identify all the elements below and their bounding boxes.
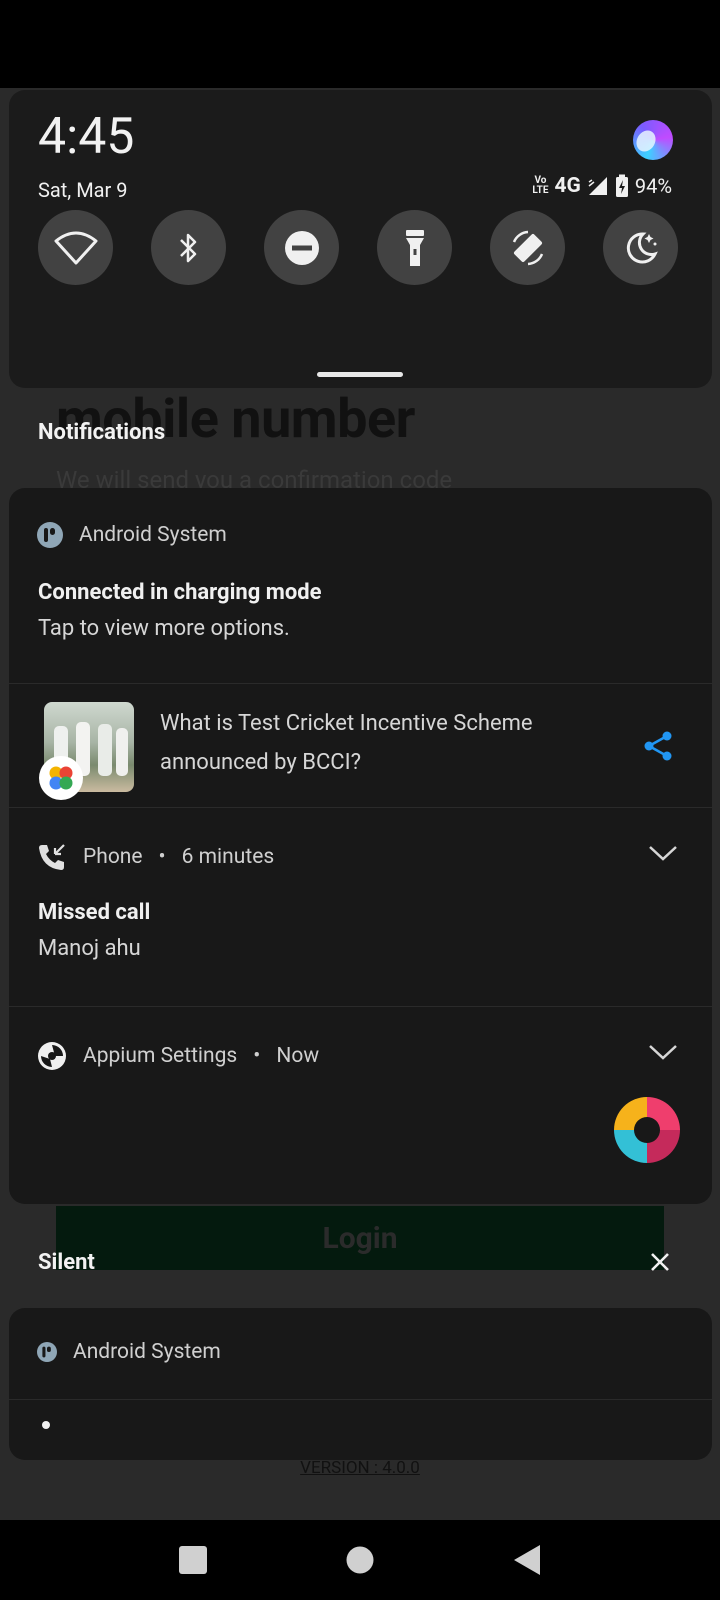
clock[interactable]: 4:45 (38, 108, 134, 166)
back-button[interactable] (512, 1544, 542, 1576)
news-app-badge (39, 756, 83, 800)
do-not-disturb-icon (284, 230, 319, 265)
wifi-tile[interactable] (38, 210, 113, 285)
chevron-down-icon[interactable] (648, 1043, 678, 1061)
close-icon[interactable] (650, 1252, 670, 1272)
battery-percent: 94% (634, 174, 672, 198)
dot-icon (42, 1421, 50, 1429)
app-name: Android System (73, 1340, 221, 1364)
news-headline-line: announced by BCCI? (160, 750, 361, 775)
notifications-card: Android System Connected in charging mod… (9, 488, 712, 1204)
date[interactable]: Sat, Mar 9 (38, 178, 128, 202)
share-icon[interactable] (643, 730, 673, 762)
android-system-notification[interactable]: Android System Connected in charging mod… (9, 488, 712, 684)
wifi-icon (54, 231, 97, 264)
night-light-icon (626, 231, 658, 263)
app-name: Phone (83, 845, 143, 869)
notification-text: Tap to view more options. (38, 616, 290, 641)
flashlight-icon (405, 229, 424, 266)
notification-time: 6 minutes (181, 845, 275, 869)
signal-icon (588, 177, 607, 195)
launcher-logo-icon (633, 120, 673, 160)
news-notification[interactable]: What is Test Cricket Incentive Scheme an… (9, 684, 712, 808)
network-type: 4G (554, 174, 581, 198)
navigation-bar (0, 1520, 720, 1600)
status-icons: Vo LTE 4G 94% (532, 174, 672, 198)
bluetooth-tile[interactable] (151, 210, 226, 285)
appium-icon (38, 1042, 66, 1070)
app-name: Android System (79, 523, 227, 547)
volte-icon: Vo LTE (532, 175, 549, 196)
android-system-icon (37, 522, 63, 548)
dnd-tile[interactable] (264, 210, 339, 285)
expand-handle[interactable] (317, 372, 403, 377)
night-light-tile[interactable] (603, 210, 678, 285)
notification-time: Now (276, 1044, 320, 1068)
background-login-button: Login (56, 1206, 664, 1270)
news-headline-line: What is Test Cricket Incentive Scheme (160, 711, 533, 736)
flashlight-tile[interactable] (377, 210, 452, 285)
appium-notification[interactable]: Appium Settings • Now (9, 1007, 712, 1203)
phone-notification[interactable]: Phone • 6 minutes Missed call Manoj ahu (9, 808, 712, 1007)
news-app-icon (49, 766, 73, 790)
recents-button[interactable] (178, 1545, 208, 1575)
android-system-icon (37, 1342, 57, 1362)
notification-title: Connected in charging mode (38, 580, 322, 605)
news-headline: What is Test Cricket Incentive Scheme an… (160, 704, 620, 782)
missed-call-icon (39, 844, 65, 870)
silent-android-system-notification[interactable]: Android System (9, 1308, 712, 1400)
auto-rotate-tile[interactable] (490, 210, 565, 285)
background-version: VERSION : 4.0.0 (300, 1458, 420, 1478)
silent-extra-row[interactable] (9, 1400, 712, 1460)
bluetooth-icon (179, 233, 196, 262)
silent-header: Silent (38, 1250, 95, 1275)
chevron-down-icon[interactable] (648, 844, 678, 862)
quick-settings-panel: 4:45 Sat, Mar 9 Vo LTE 4G 94% (9, 90, 712, 388)
app-name: Appium Settings (83, 1044, 238, 1068)
auto-rotate-icon (512, 230, 543, 265)
notifications-header: Notifications (38, 420, 166, 445)
notification-text: Manoj ahu (38, 936, 141, 961)
quick-tiles (38, 210, 678, 285)
appium-logo-icon (614, 1097, 680, 1163)
notification-title: Missed call (38, 900, 151, 925)
silent-card: Android System (9, 1308, 712, 1460)
battery-icon (615, 174, 628, 197)
home-button[interactable] (345, 1545, 375, 1575)
